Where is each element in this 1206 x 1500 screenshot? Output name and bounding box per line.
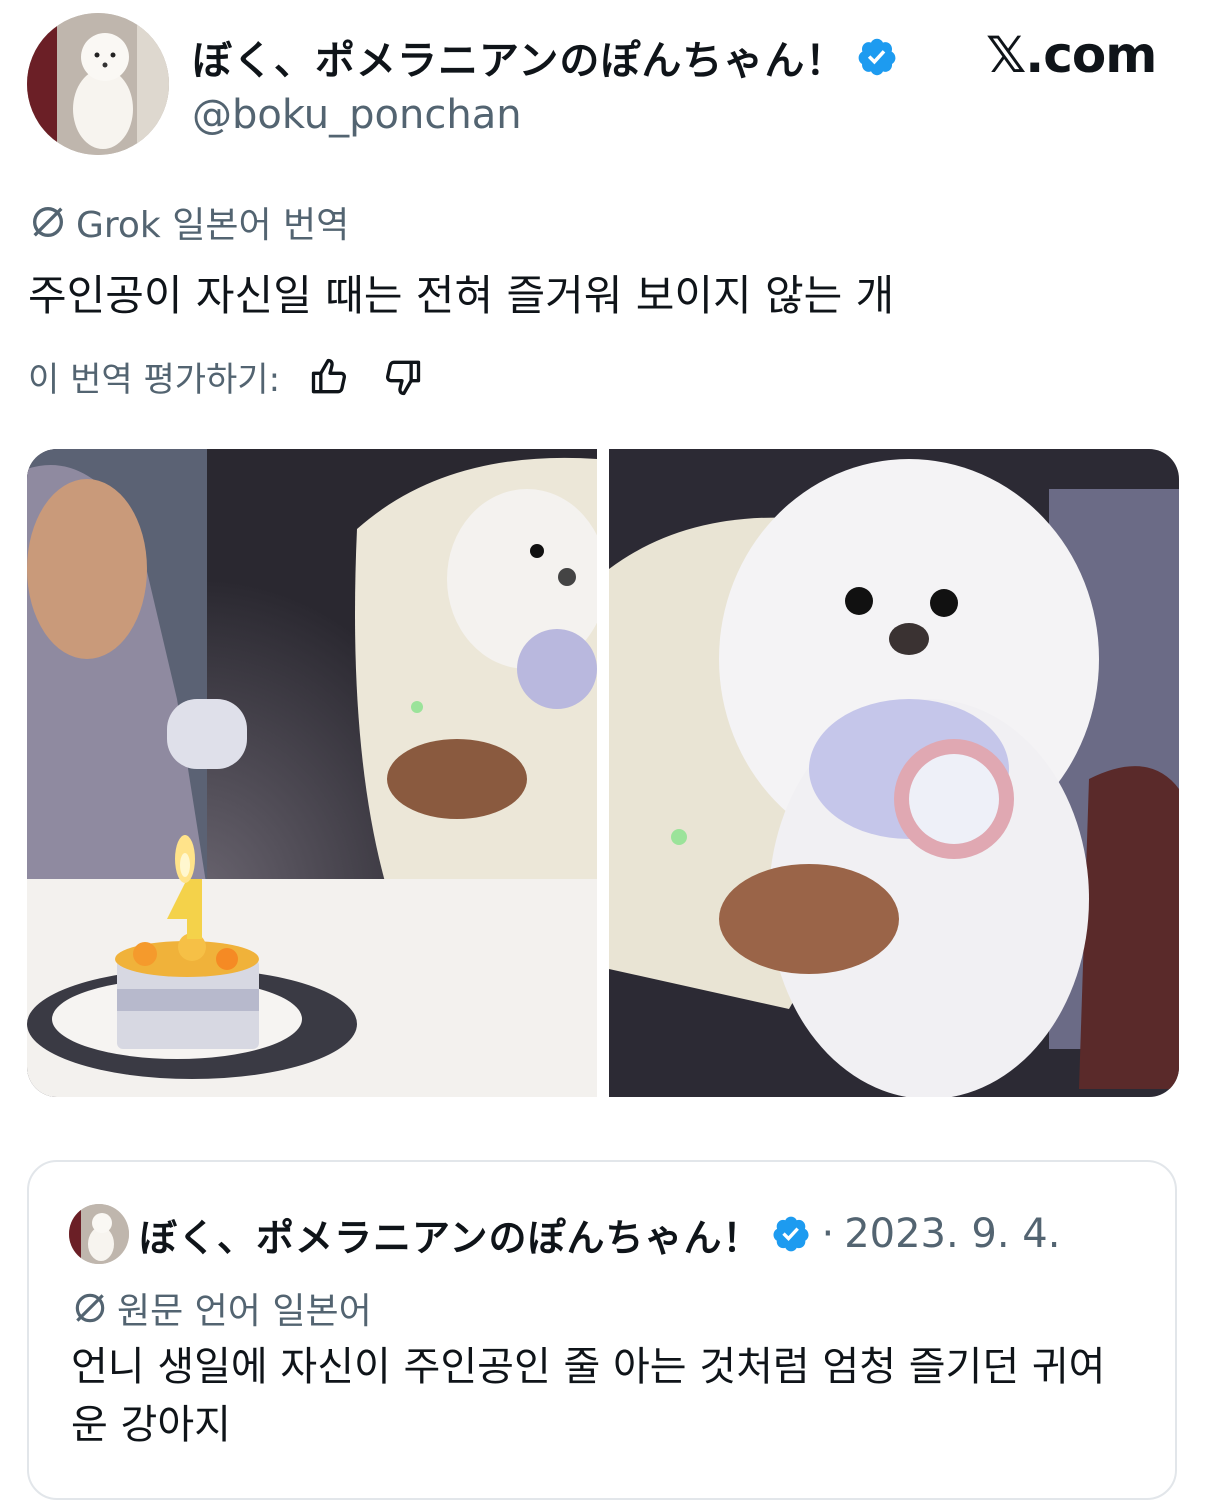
x-com-logo: 𝕏.com	[986, 26, 1157, 84]
post-media[interactable]	[27, 449, 1179, 1097]
rate-translation-label: 이 번역 평가하기:	[28, 360, 281, 400]
translate-icon	[28, 202, 68, 242]
quoted-language-row[interactable]: 원문 언어 일본어	[71, 1282, 372, 1334]
verified-badge-icon	[771, 1214, 811, 1254]
quoted-author-avatar[interactable]	[69, 1204, 129, 1264]
quoted-post-header: ぼく、ポメラニアンのぽんちゃん！ · 2023. 9. 4.	[69, 1204, 1060, 1264]
quoted-post-text: 언니 생일에 자신이 주인공인 줄 아는 것처럼 엄청 즐기던 귀여운 강아지	[71, 1344, 1106, 1448]
quoted-author-display-name[interactable]: ぼく、ポメラニアンのぽんちゃん！	[139, 1207, 761, 1262]
thumbs-down-icon[interactable]	[380, 355, 424, 399]
author-display-name-row[interactable]: ぼく、ポメラニアンのぽんちゃん！	[192, 28, 898, 86]
birthday-cake-photo[interactable]	[27, 449, 597, 1097]
translation-header[interactable]: Grok 일본어 번역	[28, 196, 349, 248]
rate-translation-row: 이 번역 평가하기:	[28, 352, 424, 401]
translated-post-text: 주인공이 자신일 때는 전혀 즐거워 보이지 않는 개	[28, 271, 895, 320]
author-handle[interactable]: @boku_ponchan	[192, 92, 522, 138]
thumbs-up-icon[interactable]	[308, 355, 352, 399]
translate-icon	[71, 1289, 109, 1327]
pomeranian-photo[interactable]	[609, 449, 1179, 1097]
quoted-post-date[interactable]: 2023. 9. 4.	[844, 1211, 1060, 1257]
author-avatar[interactable]	[27, 13, 169, 155]
translation-header-label: Grok 일본어 번역	[76, 205, 350, 246]
verified-badge-icon	[856, 36, 898, 78]
quoted-post-separator: ·	[821, 1211, 835, 1257]
author-display-name[interactable]: ぼく、ポメラニアンのぽんちゃん！	[192, 28, 846, 86]
quoted-language-label: 원문 언어 일본어	[117, 1291, 372, 1332]
quoted-post[interactable]: ぼく、ポメラニアンのぽんちゃん！ · 2023. 9. 4. 원문 언어 일본어…	[27, 1160, 1177, 1500]
